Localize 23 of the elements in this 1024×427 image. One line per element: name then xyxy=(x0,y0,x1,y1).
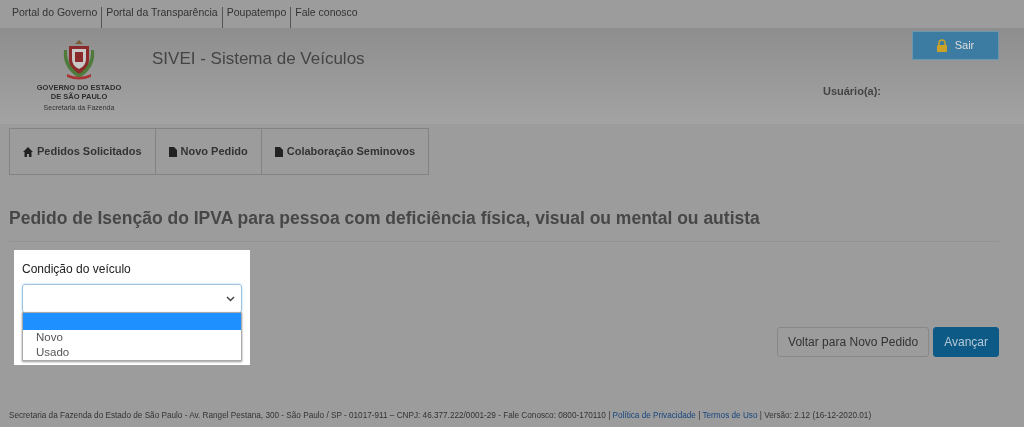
app-title: SIVEI - Sistema de Veículos xyxy=(152,48,365,70)
chevron-down-icon xyxy=(226,295,235,302)
top-link[interactable]: Portal do Governo xyxy=(12,7,102,28)
nav-tab[interactable]: Novo Pedido xyxy=(154,129,261,174)
lock-icon xyxy=(936,39,947,52)
nav-tab[interactable]: Colaboração Seminovos xyxy=(260,129,429,174)
coat-of-arms-drawing xyxy=(63,40,95,80)
next-button[interactable]: Avançar xyxy=(933,327,999,358)
page-title: Pedido de Isenção do IPVA para pessoa com deficiência física, visual ou mental ou autista xyxy=(9,205,999,243)
dropdown-option[interactable]: Usado xyxy=(23,345,241,361)
home-icon xyxy=(23,146,33,157)
back-button[interactable]: Voltar para Novo Pedido xyxy=(777,327,930,358)
logout-button[interactable]: Sair xyxy=(912,31,999,60)
footer-text: Secretaria da Fazenda do Estado de São Paulo - Av. Rangel Pestana, 300 - São Paulo / SP - 01017-911 – CNPJ: 46.377.222/0001-29 - Fale Conosco: 0800-170110 | Política de Privacidade | Termos de Uso | Versão: 2.12 (16-12-2020.01) xyxy=(9,410,873,423)
footer-link[interactable]: Política de Privacidade xyxy=(612,411,696,421)
document-icon xyxy=(274,146,283,157)
dropdown-option[interactable] xyxy=(23,313,241,331)
user-label: Usuário(a): xyxy=(822,84,881,99)
document-icon xyxy=(168,146,177,157)
footer-link[interactable]: Termos de Uso xyxy=(702,411,758,421)
field-label: Condição do veículo xyxy=(22,261,132,279)
nav-tab[interactable]: Pedidos Solicitados xyxy=(10,129,155,174)
dropdown-option[interactable]: Novo xyxy=(23,330,241,346)
